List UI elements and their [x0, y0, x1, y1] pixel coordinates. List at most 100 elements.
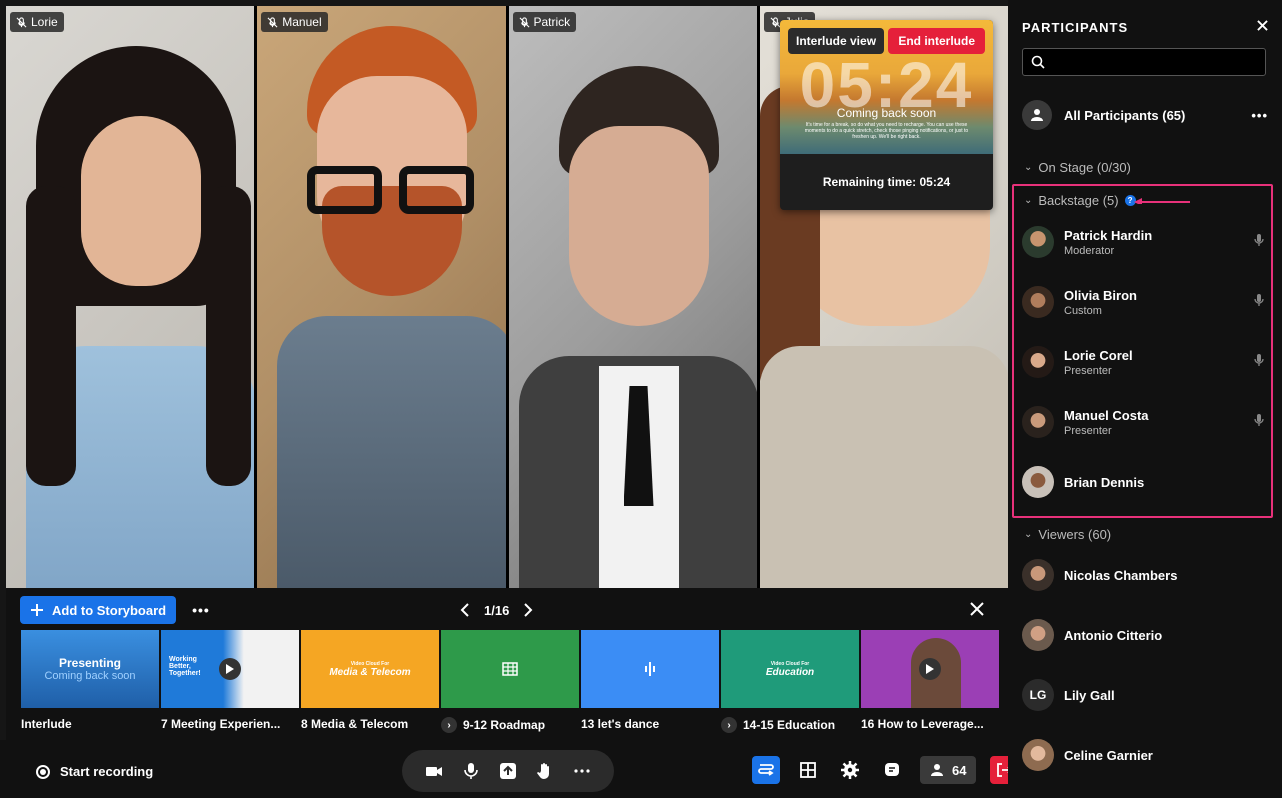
name-tag-lorie: Lorie	[10, 12, 64, 32]
more-icon[interactable]: •••	[1251, 108, 1268, 123]
thumb-label: 14-15 Education	[743, 718, 836, 732]
participants-count: 64	[952, 762, 967, 778]
chat-button[interactable]	[878, 756, 906, 784]
storyboard-thumb[interactable]: Video Cloud For Education › 14-15 Educat…	[721, 630, 859, 733]
close-icon[interactable]	[1257, 20, 1268, 31]
thumb-image: Video Cloud For Education	[721, 630, 859, 708]
video-tile-lorie[interactable]: Lorie	[6, 6, 255, 588]
share-screen-icon[interactable]	[499, 762, 517, 780]
all-participants-row[interactable]: All Participants (65) •••	[1022, 100, 1268, 130]
storyboard-thumb[interactable]: Presenting Coming back soon Interlude	[21, 630, 159, 733]
end-interlude-button[interactable]: End interlude	[888, 28, 985, 54]
storyboard-more-button[interactable]: •••	[192, 602, 210, 618]
storyboard-icon	[758, 764, 774, 776]
avatar	[1022, 559, 1054, 591]
search-field[interactable]	[1022, 48, 1266, 76]
thumb-title: Working Better, Together!	[169, 656, 201, 677]
start-recording-button[interactable]: Start recording	[36, 764, 153, 779]
audio-wave-icon	[645, 662, 655, 676]
on-stage-label: On Stage (0/30)	[1038, 160, 1131, 175]
backstage-section[interactable]: ⌄ Backstage (5) ?	[1024, 193, 1136, 208]
video-tile-manuel[interactable]: Manuel	[257, 6, 506, 588]
storyboard-thumb[interactable]: › 9-12 Roadmap	[441, 630, 579, 733]
participants-button[interactable]: 64	[920, 756, 977, 784]
thumb-image: Presenting Coming back soon	[21, 630, 159, 708]
add-to-storyboard-button[interactable]: Add to Storyboard	[20, 596, 177, 624]
avatar	[1022, 346, 1054, 378]
chevron-right-icon[interactable]: ›	[721, 717, 737, 733]
person-icon	[931, 764, 943, 776]
chevron-right-icon[interactable]	[523, 603, 533, 617]
interlude-coming-back: Coming back soon	[836, 106, 937, 120]
name-tag-manuel: Manuel	[261, 12, 328, 32]
plus-icon	[31, 604, 43, 616]
viewers-section[interactable]: ⌄ Viewers (60)	[1024, 527, 1111, 542]
storyboard-thumb[interactable]: 13 let's dance	[581, 630, 719, 733]
play-icon	[919, 658, 941, 680]
participant-name: Olivia Biron	[1064, 287, 1137, 303]
thumb-label: 13 let's dance	[581, 717, 660, 731]
participant-name: Brian Dennis	[1064, 474, 1145, 490]
video-tile-patrick[interactable]: Patrick	[508, 6, 757, 588]
storyboard-pager: 1/16	[460, 603, 533, 618]
grid-icon	[800, 762, 816, 778]
mic-icon[interactable]	[462, 762, 480, 780]
thumb-label: Interlude	[21, 717, 72, 731]
mic-icon[interactable]	[1252, 413, 1266, 432]
settings-button[interactable]	[836, 756, 864, 784]
tile-name: Lorie	[31, 15, 58, 29]
avatar	[1022, 739, 1054, 771]
remaining-time: Remaining time: 05:24	[822, 175, 951, 189]
thumb-image	[581, 630, 719, 708]
chat-icon	[885, 763, 899, 776]
raise-hand-icon[interactable]	[536, 762, 554, 780]
storyboard-thumb[interactable]: 16 How to Leverage...	[861, 630, 999, 733]
chevron-right-icon[interactable]: ›	[441, 717, 457, 733]
storyboard-toggle-button[interactable]	[752, 756, 780, 784]
mic-icon[interactable]	[1252, 233, 1266, 252]
viewers-label: Viewers (60)	[1038, 527, 1112, 542]
layout-button[interactable]	[794, 756, 822, 784]
bottom-toolbar: Start recording 64	[0, 740, 1019, 798]
add-to-storyboard-label: Add to Storyboard	[52, 602, 167, 618]
participant-row[interactable]: Olivia Biron Custom	[1022, 286, 1266, 318]
participant-role: Presenter	[1064, 364, 1112, 377]
participant-role: Moderator	[1064, 244, 1115, 257]
search-icon	[1031, 55, 1045, 69]
participant-name: Lily Gall	[1064, 687, 1115, 703]
mic-icon[interactable]	[1252, 293, 1266, 312]
interlude-view-button[interactable]: Interlude view	[788, 28, 885, 54]
participant-role: Custom	[1064, 304, 1102, 317]
on-stage-section[interactable]: ⌄ On Stage (0/30)	[1024, 160, 1131, 175]
participant-name: Patrick Hardin	[1064, 227, 1153, 243]
storyboard-thumb[interactable]: Video Cloud For Media & Telecom 8 Media …	[301, 630, 439, 733]
gear-icon	[841, 761, 859, 779]
thumb-title: Education	[765, 666, 815, 678]
storyboard: Add to Storyboard ••• 1/16 Presenting Co…	[6, 588, 1008, 740]
participants-panel: PARTICIPANTS All Participants (65) ••• ⌄…	[1008, 0, 1282, 798]
participant-row[interactable]: Nicolas Chambers	[1022, 559, 1266, 591]
camera-icon[interactable]	[425, 762, 443, 780]
participant-row[interactable]: Antonio Citterio	[1022, 619, 1266, 651]
thumb-title: Presenting	[58, 656, 121, 670]
play-icon	[219, 658, 241, 680]
group-icon	[1022, 100, 1052, 130]
participant-row[interactable]: LG Lily Gall	[1022, 679, 1266, 711]
media-controls	[402, 750, 614, 792]
chevron-left-icon[interactable]	[460, 603, 470, 617]
right-controls: 64	[752, 756, 1019, 784]
participant-row[interactable]: Brian Dennis	[1022, 466, 1266, 498]
participant-row[interactable]: Manuel Costa Presenter	[1022, 406, 1266, 438]
participant-row[interactable]: Patrick Hardin Moderator	[1022, 226, 1266, 258]
close-icon[interactable]	[970, 600, 984, 621]
thumb-label: 7 Meeting Experien...	[161, 717, 281, 731]
participant-row[interactable]: Celine Garnier	[1022, 739, 1266, 771]
more-icon[interactable]	[573, 762, 591, 780]
participant-row[interactable]: Lorie Corel Presenter	[1022, 346, 1266, 378]
storyboard-thumb[interactable]: Working Better, Together! 7 Meeting Expe…	[161, 630, 299, 733]
mic-icon[interactable]	[1252, 353, 1266, 372]
avatar-initials: LG	[1022, 679, 1054, 711]
search-input[interactable]	[1053, 54, 1253, 70]
arrow-left-icon	[1134, 198, 1190, 204]
avatar	[1022, 406, 1054, 438]
